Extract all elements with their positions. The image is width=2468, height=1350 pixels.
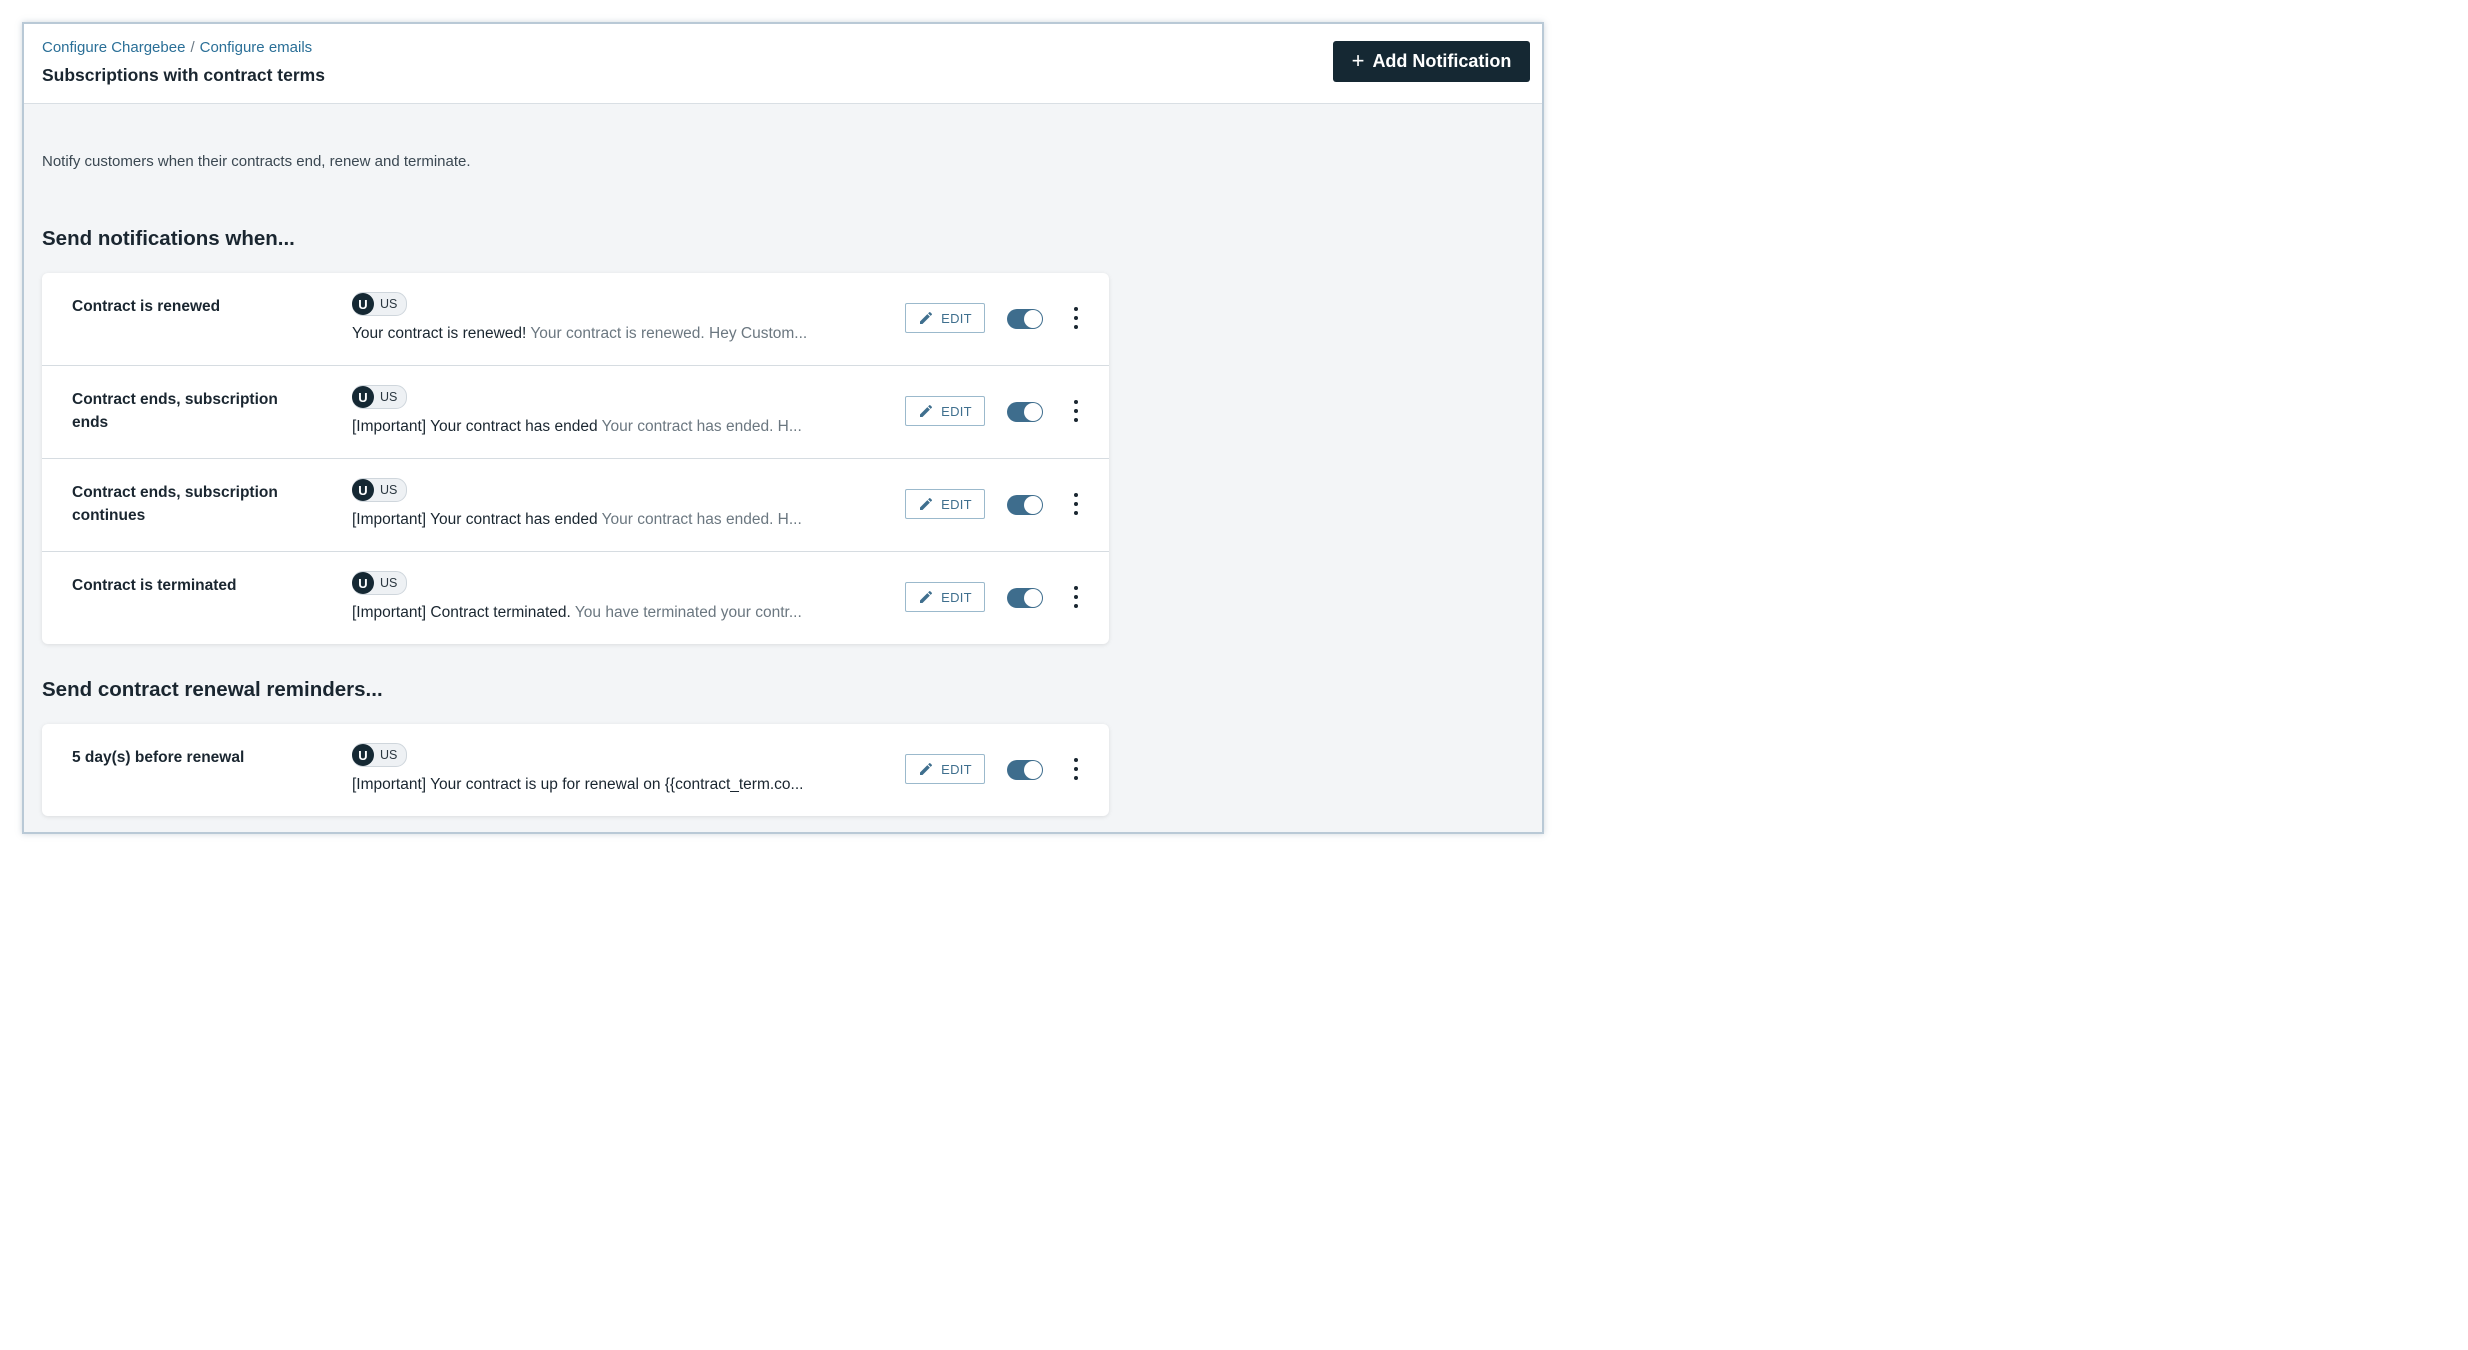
language-pill: U US <box>352 292 408 316</box>
toggle-knob <box>1024 310 1042 328</box>
email-subject: Your contract is renewed! <box>352 325 527 342</box>
edit-label: EDIT <box>941 496 972 512</box>
breadcrumb-separator: / <box>190 39 195 56</box>
pencil-icon <box>920 311 933 324</box>
language-initial-icon: U <box>352 744 374 766</box>
reminders-card: 5 day(s) before renewal U US [Important]… <box>42 724 1109 816</box>
notification-row: Contract is renewed U US Your contract i… <box>42 273 1109 366</box>
add-notification-label: Add Notification <box>1372 51 1512 71</box>
email-subject: [Important] Contract terminated. <box>352 604 571 621</box>
language-pill: U US <box>352 743 408 767</box>
page-header: Configure Chargebee / Configure emails Sub… <box>24 24 1542 104</box>
language-code: US <box>380 576 398 590</box>
email-subject: [Important] Your contract has ended <box>352 511 598 528</box>
pencil-icon <box>920 497 933 510</box>
email-subject-line: Your contract is renewed! Your contract … <box>352 325 807 343</box>
email-preview: You have terminated your contr... <box>574 604 802 621</box>
email-subject-line: [Important] Your contract is up for rene… <box>352 776 803 794</box>
breadcrumb-configure-chargebee[interactable]: Configure Chargebee <box>42 39 185 56</box>
edit-label: EDIT <box>941 403 972 419</box>
language-initial-icon: U <box>352 293 374 315</box>
email-subject-line: [Important] Contract terminated. You hav… <box>352 604 802 622</box>
email-preview: Your contract has ended. H... <box>601 511 802 528</box>
language-initial-icon: U <box>352 386 374 408</box>
language-tag: U US <box>352 571 408 595</box>
breadcrumb-configure-emails[interactable]: Configure emails <box>200 39 313 56</box>
more-options-icon[interactable] <box>1066 493 1086 515</box>
edit-label: EDIT <box>941 589 972 605</box>
more-options-icon[interactable] <box>1066 758 1086 780</box>
notifications-card: Contract is renewed U US Your contract i… <box>42 273 1109 644</box>
notification-row: Contract ends, subscription ends U US [I… <box>42 366 1109 459</box>
language-code: US <box>380 748 398 762</box>
edit-button[interactable]: EDIT <box>905 396 985 426</box>
language-code: US <box>380 483 398 497</box>
notification-name: 5 day(s) before renewal <box>72 749 245 766</box>
enable-toggle[interactable] <box>1007 309 1043 329</box>
language-tag: U US <box>352 478 408 502</box>
app-window: Configure Chargebee / Configure emails Sub… <box>22 22 1544 834</box>
edit-label: EDIT <box>941 761 972 777</box>
toggle-knob <box>1024 761 1042 779</box>
notification-name: Contract ends, subscription continues <box>72 484 278 524</box>
enable-toggle[interactable] <box>1007 760 1043 780</box>
more-options-icon[interactable] <box>1066 307 1086 329</box>
language-tag: U US <box>352 743 408 767</box>
breadcrumb: Configure Chargebee / Configure emails <box>42 39 312 56</box>
notification-name: Contract is terminated <box>72 577 237 594</box>
language-code: US <box>380 297 398 311</box>
toggle-knob <box>1024 589 1042 607</box>
notification-row: Contract ends, subscription continues U … <box>42 459 1109 552</box>
add-notification-button[interactable]: + Add Notification <box>1333 41 1530 82</box>
plus-icon: + <box>1351 47 1365 73</box>
page-title: Subscriptions with contract terms <box>42 65 325 85</box>
notification-name: Contract is renewed <box>72 298 221 315</box>
enable-toggle[interactable] <box>1007 588 1043 608</box>
edit-button[interactable]: EDIT <box>905 754 985 784</box>
page-description: Notify customers when their contracts en… <box>42 153 471 170</box>
language-tag: U US <box>352 292 408 316</box>
email-subject: [Important] Your contract is up for rene… <box>352 776 804 793</box>
section-heading-reminders: Send contract renewal reminders... <box>42 678 383 701</box>
notification-row: 5 day(s) before renewal U US [Important]… <box>42 724 1109 816</box>
language-pill: U US <box>352 571 408 595</box>
notification-row: Contract is terminated U US [Important] … <box>42 552 1109 644</box>
enable-toggle[interactable] <box>1007 495 1043 515</box>
email-subject-line: [Important] Your contract has ended Your… <box>352 418 802 436</box>
pencil-icon <box>920 590 933 603</box>
email-subject: [Important] Your contract has ended <box>352 418 598 435</box>
edit-button[interactable]: EDIT <box>905 582 985 612</box>
enable-toggle[interactable] <box>1007 402 1043 422</box>
toggle-knob <box>1024 496 1042 514</box>
pencil-icon <box>920 762 933 775</box>
email-preview: Your contract is renewed. Hey Custom... <box>530 325 808 342</box>
language-pill: U US <box>352 385 408 409</box>
language-initial-icon: U <box>352 572 374 594</box>
more-options-icon[interactable] <box>1066 400 1086 422</box>
edit-button[interactable]: EDIT <box>905 303 985 333</box>
language-pill: U US <box>352 478 408 502</box>
section-heading-notifications: Send notifications when... <box>42 227 295 250</box>
email-subject-line: [Important] Your contract has ended Your… <box>352 511 802 529</box>
edit-button[interactable]: EDIT <box>905 489 985 519</box>
language-tag: U US <box>352 385 408 409</box>
language-code: US <box>380 390 398 404</box>
notification-name: Contract ends, subscription ends <box>72 391 278 431</box>
edit-label: EDIT <box>941 310 972 326</box>
language-initial-icon: U <box>352 479 374 501</box>
more-options-icon[interactable] <box>1066 586 1086 608</box>
toggle-knob <box>1024 403 1042 421</box>
email-preview: Your contract has ended. H... <box>601 418 802 435</box>
pencil-icon <box>920 404 933 417</box>
